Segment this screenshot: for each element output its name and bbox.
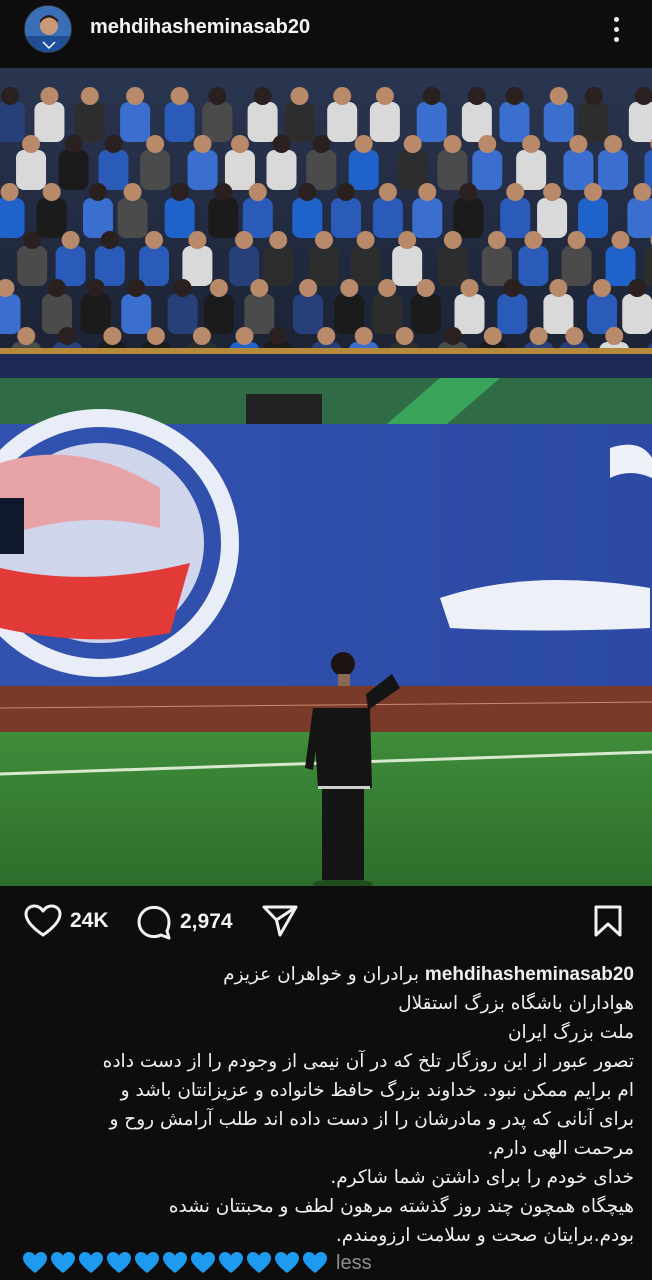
- caption-line: مرحمت الهی دارم.: [487, 1138, 634, 1159]
- instagram-post-screen: mehdihasheminasab20 24K 2,974 mehdihashe…: [0, 0, 652, 1280]
- caption-first-line: mehdihasheminasab20 برادران و خواهران عز…: [22, 960, 634, 989]
- blue-heart-icon: [247, 1252, 271, 1273]
- avatar[interactable]: [24, 5, 72, 53]
- likes-count[interactable]: 24K: [70, 909, 109, 933]
- post-actions-bar: 24K 2,974: [0, 896, 652, 948]
- caption-line: برای آنانی که پدر و مادرشان را از دست دا…: [109, 1109, 634, 1130]
- blue-heart-icon: [79, 1252, 103, 1273]
- bookmark-icon: [594, 905, 622, 937]
- caption-line: ام برایم ممکن نبود. خداوند بزرگ حافظ خان…: [120, 1080, 634, 1101]
- send-icon: [262, 905, 298, 937]
- comment-icon: [137, 905, 171, 940]
- heart-outline-icon: [24, 904, 62, 937]
- blue-heart-icon: [51, 1252, 75, 1273]
- like-button[interactable]: 24K: [24, 904, 109, 938]
- caption-line: ملت بزرگ ایران: [507, 1022, 634, 1043]
- blue-heart-icon: [219, 1252, 243, 1273]
- blue-heart-icon: [163, 1252, 187, 1273]
- post-username[interactable]: mehdihasheminasab20: [90, 16, 310, 39]
- more-options-icon[interactable]: [600, 12, 632, 46]
- blue-hearts: [22, 1251, 330, 1275]
- caption-username[interactable]: mehdihasheminasab20: [425, 964, 634, 985]
- less-link[interactable]: less: [336, 1252, 372, 1275]
- blue-heart-icon: [135, 1252, 159, 1273]
- caption-line: بودم.برایتان صحت و سلامت ارزومندم.: [335, 1225, 634, 1246]
- caption-line-0: برادران و خواهران عزیزم: [223, 964, 420, 985]
- comments-count[interactable]: 2,974: [180, 910, 233, 934]
- share-button[interactable]: [262, 904, 298, 938]
- blue-heart-icon: [107, 1252, 131, 1273]
- comment-button[interactable]: 2,974: [136, 904, 233, 940]
- caption-line: هواداران باشگاه بزرگ استقلال: [398, 993, 634, 1014]
- stadium-photo-icon: [0, 68, 652, 886]
- caption-line: خدای خودم را برای داشتن شما شاکرم.: [330, 1167, 634, 1188]
- save-button[interactable]: [592, 904, 624, 938]
- post-caption: mehdihasheminasab20 برادران و خواهران عز…: [22, 960, 634, 1250]
- post-header: mehdihasheminasab20: [0, 0, 652, 62]
- caption-line: تصور عبور از این روزگار تلخ که در آن نیم…: [102, 1051, 634, 1072]
- blue-heart-icon: [275, 1252, 299, 1273]
- blue-heart-icon: [303, 1252, 327, 1273]
- caption-hearts-row: less: [22, 1248, 372, 1278]
- post-photo[interactable]: [0, 68, 652, 886]
- blue-heart-icon: [23, 1252, 47, 1273]
- blue-heart-icon: [191, 1252, 215, 1273]
- caption-line: هیچگاه همچون چند روز گذشته مرهون لطف و م…: [168, 1196, 634, 1217]
